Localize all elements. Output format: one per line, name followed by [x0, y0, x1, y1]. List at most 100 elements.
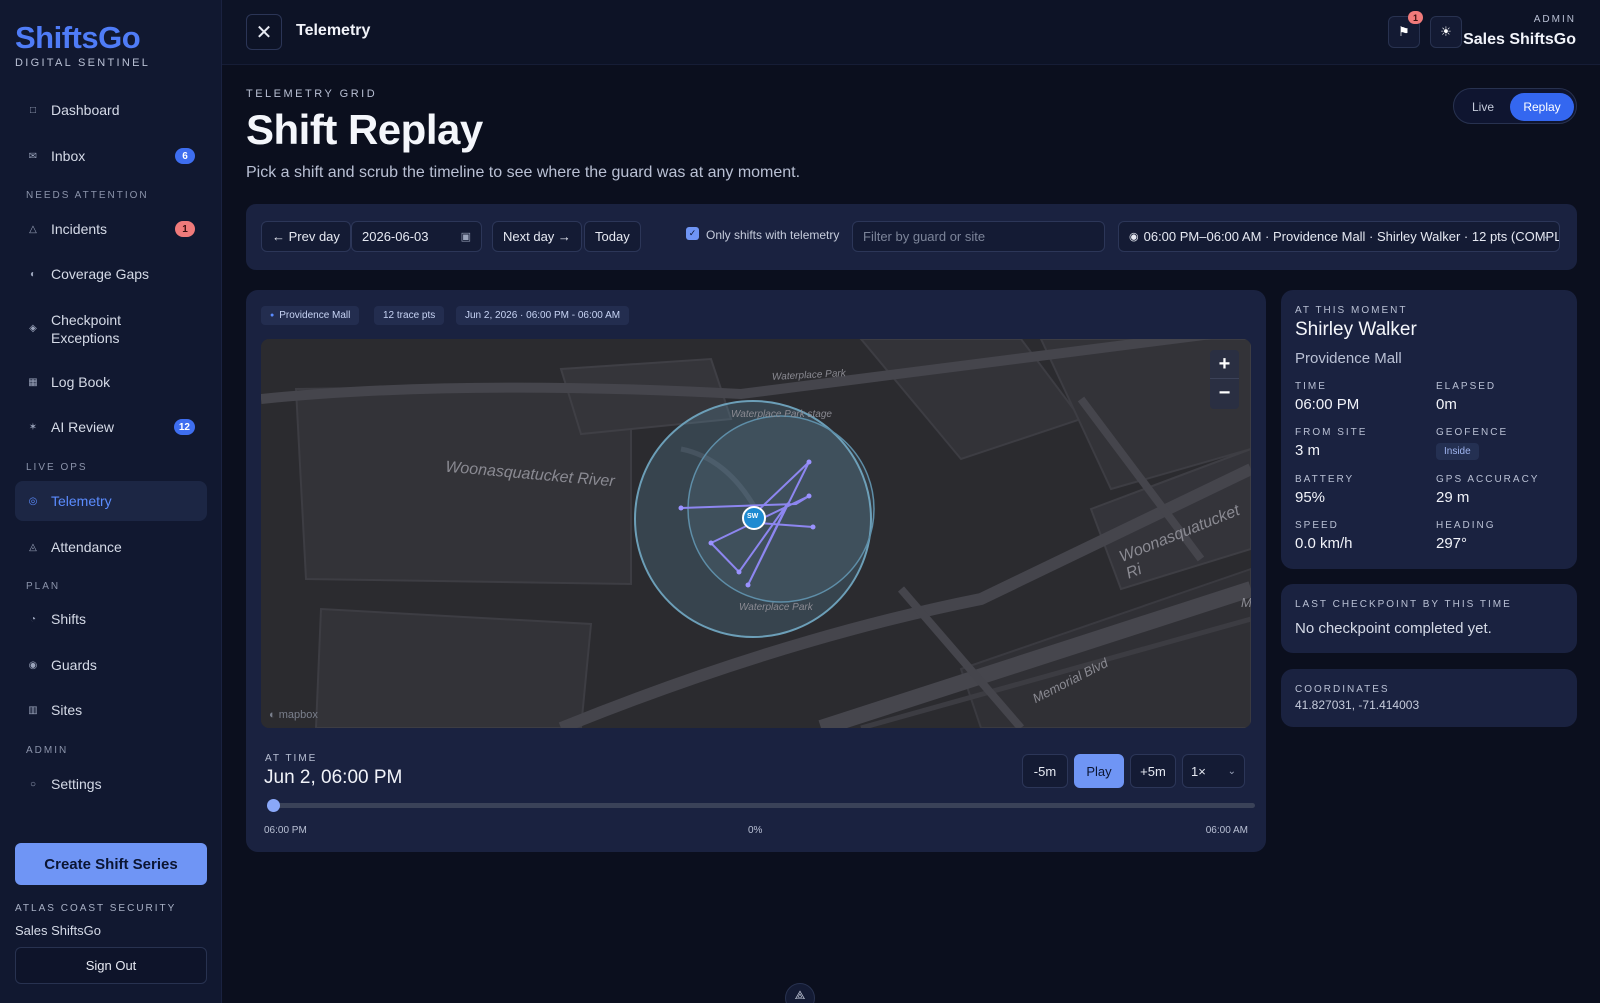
- guard-marker[interactable]: SW: [747, 513, 758, 520]
- sidebar-item-label: Sites: [51, 702, 83, 718]
- timeline-slider-thumb[interactable]: [267, 799, 280, 812]
- forward-5m-button[interactable]: +5m: [1130, 754, 1176, 788]
- inbox-count-badge: 6: [175, 148, 195, 164]
- shift-select[interactable]: ◉ 06:00 PM–06:00 AM · Providence Mall · …: [1118, 221, 1560, 252]
- flag-button[interactable]: ⚑ 1: [1388, 11, 1423, 48]
- rewind-5m-button[interactable]: -5m: [1022, 754, 1068, 788]
- time-value: 06:00 PM: [1295, 396, 1360, 413]
- elapsed-value: 0m: [1436, 396, 1457, 413]
- filter-search-input[interactable]: Filter by guard or site: [852, 221, 1105, 252]
- sidebar-item-guards[interactable]: ◉ Guards: [15, 645, 207, 685]
- mapbox-logo-icon: ◐: [269, 709, 276, 721]
- brand-logo[interactable]: ShiftsGo: [15, 20, 141, 56]
- from-site-stat: FROM SITE 3 m: [1295, 427, 1367, 459]
- geofence-stat: GEOFENCE Inside: [1436, 427, 1508, 460]
- sidebar-item-checkpoint-exceptions[interactable]: ◈ Checkpoint Exceptions: [15, 306, 207, 352]
- next-day-button[interactable]: Next day →: [492, 221, 582, 252]
- sidebar-item-inbox[interactable]: ✉ Inbox 6: [15, 136, 207, 176]
- page-eyebrow: TELEMETRY GRID: [246, 88, 378, 100]
- from-site-value: 3 m: [1295, 442, 1321, 459]
- sidebar-item-sites[interactable]: ▥ Sites: [15, 690, 207, 730]
- user-role: ADMIN: [1533, 14, 1576, 25]
- page-title: Shift Replay: [246, 106, 483, 153]
- heading-label: HEADING: [1436, 520, 1496, 531]
- moment-panel: AT THIS MOMENT Shirley Walker Providence…: [1281, 290, 1577, 569]
- sidebar-item-label: Incidents: [51, 221, 108, 237]
- mapbox-attribution-text: mapbox: [278, 709, 318, 721]
- time-stat: TIME 06:00 PM: [1295, 381, 1359, 413]
- sidebar-item-attendance[interactable]: ◬ Attendance: [15, 527, 207, 567]
- map-label-park-bottom: Waterplace Park: [739, 602, 813, 613]
- only-telemetry-label: Only shifts with telemetry: [706, 228, 840, 242]
- shift-window-chip: Jun 2, 2026 · 06:00 PM - 06:00 AM: [456, 306, 630, 325]
- mapbox-attribution: ◐ mapbox: [269, 709, 318, 721]
- shield-icon: ◉: [28, 659, 38, 671]
- sidebar-item-label: Guards: [51, 657, 97, 673]
- diamond-icon: ◈: [29, 323, 37, 334]
- map-label-edge: M: [1241, 595, 1251, 610]
- elapsed-label: ELAPSED: [1436, 381, 1497, 392]
- person-icon: ◬: [29, 541, 37, 553]
- sidebar-item-label: Log Book: [51, 374, 111, 390]
- gps-accuracy-stat: GPS ACCURACY 29 m: [1436, 474, 1539, 506]
- sidebar-item-label: Coverage Gaps: [51, 266, 150, 282]
- gear-icon: ○: [29, 778, 37, 790]
- sidebar-item-ai-review[interactable]: ✶ AI Review 12: [15, 407, 207, 447]
- date-input[interactable]: 2026-06-03 ▣: [351, 221, 482, 252]
- shift-radio-icon: ◉: [1129, 231, 1139, 243]
- sidebar-item-coverage-gaps[interactable]: ◐ Coverage Gaps: [15, 254, 207, 294]
- zoom-in-button[interactable]: +: [1210, 350, 1239, 379]
- calendar-icon: ▣: [460, 231, 471, 243]
- half-circle-icon: ◐: [29, 268, 37, 280]
- zoom-out-button[interactable]: −: [1210, 379, 1239, 408]
- sidebar-item-shifts[interactable]: ◔ Shifts: [15, 599, 207, 639]
- sidebar-item-log-book[interactable]: ▦ Log Book: [15, 362, 207, 402]
- mode-replay-button[interactable]: Replay: [1510, 93, 1574, 121]
- gps-accuracy-label: GPS ACCURACY: [1436, 474, 1540, 485]
- mail-icon: ✉: [28, 150, 38, 162]
- timeline-slider[interactable]: [273, 803, 1255, 808]
- checkpoint-label: LAST CHECKPOINT BY THIS TIME: [1295, 599, 1512, 610]
- sidebar-item-telemetry[interactable]: ◎ Telemetry: [15, 481, 207, 521]
- close-button[interactable]: ✕: [246, 14, 282, 50]
- today-button[interactable]: Today: [584, 221, 641, 252]
- coordinates-label: COORDINATES: [1295, 684, 1390, 695]
- sidebar-item-label: Dashboard: [51, 102, 120, 118]
- sidebar-item-label: Settings: [51, 776, 102, 792]
- sidebar-item-incidents[interactable]: △ Incidents 1: [15, 209, 207, 249]
- speed-value: 0.0 km/h: [1295, 535, 1353, 552]
- prev-day-button[interactable]: ← Prev day: [261, 221, 351, 252]
- brand-tagline: DIGITAL SENTINEL: [15, 57, 151, 69]
- sun-icon: ☀: [1440, 24, 1452, 39]
- org-name: ATLAS COAST SECURITY: [15, 903, 177, 914]
- shift-select-value: 06:00 PM–06:00 AM · Providence Mall · Sh…: [1143, 229, 1560, 244]
- create-shift-series-button[interactable]: Create Shift Series: [15, 843, 207, 885]
- theme-toggle-button[interactable]: ☀: [1430, 16, 1462, 48]
- sidebar-item-label: Telemetry: [51, 493, 112, 509]
- site-chip-label: Providence Mall: [279, 310, 351, 321]
- heading-stat: HEADING 297°: [1436, 520, 1496, 552]
- timeline-start: 06:00 PM: [264, 825, 307, 836]
- battery-label: BATTERY: [1295, 474, 1355, 485]
- speed-select[interactable]: 1× ⌄: [1182, 754, 1245, 788]
- battery-value: 95%: [1295, 489, 1326, 506]
- speed-value: 1×: [1191, 763, 1206, 779]
- trace-points-chip: 12 trace pts: [374, 306, 445, 325]
- map-view[interactable]: Woonasquatucket River Woonasquatucket Ri…: [261, 339, 1251, 728]
- timeline-end: 06:00 AM: [1205, 825, 1248, 836]
- mode-live-button[interactable]: Live: [1458, 93, 1508, 121]
- sign-out-button[interactable]: Sign Out: [15, 947, 207, 984]
- sidebar-item-settings[interactable]: ○ Settings: [15, 764, 207, 804]
- play-button[interactable]: Play: [1074, 754, 1124, 788]
- only-telemetry-checkbox[interactable]: ✓: [686, 227, 699, 240]
- filter-bar: ← Prev day 2026-06-03 ▣ Next day → Today…: [246, 204, 1577, 270]
- user-name[interactable]: Sales ShiftsGo: [1463, 31, 1576, 49]
- chevron-down-icon: ⌄: [1227, 765, 1236, 777]
- flag-icon: ⚑: [1398, 24, 1410, 39]
- date-value: 2026-06-03: [362, 229, 429, 244]
- checkpoint-panel: LAST CHECKPOINT BY THIS TIME No checkpoi…: [1281, 584, 1577, 653]
- ai-review-count-badge: 12: [173, 419, 195, 435]
- app-mark-icon[interactable]: ⟁: [785, 983, 815, 1003]
- sidebar-item-dashboard[interactable]: □ Dashboard: [15, 90, 207, 130]
- map-label-park-stage: Waterplace Park stage: [731, 409, 832, 420]
